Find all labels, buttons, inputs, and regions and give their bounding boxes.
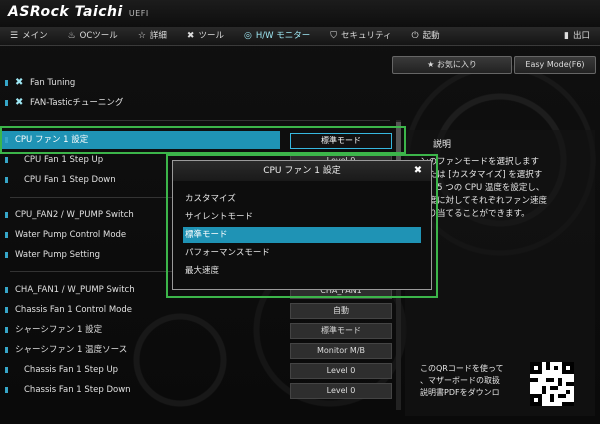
row-bullet [5,327,8,333]
setting-chassis-fan1-setting[interactable]: シャーシファン 1 設定 標準モード [0,321,400,339]
setting-value[interactable]: 標準モード [290,323,392,339]
brand-tagline: UEFI [128,9,149,18]
divider [10,120,390,121]
menu-icon: ☰ [10,31,19,41]
row-label: Water Pump Setting [15,250,101,260]
row-label: FAN-Tasticチューニング [30,98,124,108]
row-bullet [5,212,8,218]
tab-label: セキュリティ [340,31,392,41]
tab-oc-tools[interactable]: ♨ OCツール [58,27,128,45]
row-bullet [5,387,8,393]
tab-security[interactable]: ⛉ セキュリティ [320,27,401,45]
tab-label: H/W モニター [255,31,311,41]
row-label: Chassis Fan 1 Step Down [24,385,131,395]
row-bullet [5,367,8,373]
brand-logo: ASRock Taichi UEFI [8,4,149,20]
description-line: 温度に対してそれぞれファン速度 [420,196,547,206]
tab-exit[interactable]: ▮ 出口 [554,27,600,45]
row-bullet [5,232,8,238]
flame-icon: ♨ [67,31,76,41]
tab-label: ツール [198,31,224,41]
tab-advanced[interactable]: ☆ 詳細 [128,27,177,45]
row-bullet [5,347,8,353]
tool-fan-tastic[interactable]: ✖ FAN-Tasticチューニング [0,94,400,112]
row-bullet [5,80,8,86]
row-bullet [5,252,8,258]
tab-label: 詳細 [149,31,167,41]
row-bullet [5,157,8,163]
row-bullet [5,287,8,293]
brand-name: ASRock Taichi [8,4,123,20]
tab-label: 起動 [422,31,440,41]
monitor-icon: ◎ [243,31,252,41]
row-label: CPU Fan 1 Step Down [24,175,116,185]
row-bullet [5,307,8,313]
tab-label: OCツール [79,31,118,41]
setting-value[interactable]: Level 0 [290,383,392,399]
row-label: Fan Tuning [30,78,76,88]
tab-spacer [450,27,554,45]
qr-line: 、マザーボードの取扱 [420,376,500,385]
annotation-outline-row [0,126,406,154]
setting-value[interactable]: 自動 [290,303,392,319]
setting-chassis-fan1-control[interactable]: Chassis Fan 1 Control Mode 自動 [0,301,400,319]
qr-line: このQRコードを使って [420,364,504,373]
star-icon: ★ [427,60,437,69]
wrench-icon: ✖ [15,97,24,108]
row-label: CHA_FAN1 / W_PUMP Switch [15,285,135,295]
main-tabs: ☰ メイン ♨ OCツール ☆ 詳細 ✖ ツール ◎ H/W モニター ⛉ セキュリティ ⏻… [0,27,600,46]
description-text: ンのファンモードを選択します または [カスタマイズ] を選択す れ、5 つの … [420,156,592,221]
shield-icon: ⛉ [330,31,337,41]
qr-line: 説明書PDFをダウンロ [420,388,500,397]
star-icon: ☆ [137,31,146,41]
setting-chassis-fan1-step-down[interactable]: Chassis Fan 1 Step Down Level 0 [0,381,400,399]
row-label: Water Pump Control Mode [15,230,127,240]
setting-chassis-fan1-step-up[interactable]: Chassis Fan 1 Step Up Level 0 [0,361,400,379]
row-label: シャーシファン 1 温度ソース [15,345,128,355]
exit-icon: ▮ [564,31,569,41]
row-bullet [5,177,8,183]
tab-boot[interactable]: ⏻ 起動 [401,27,449,45]
wrench-icon: ✖ [15,77,24,88]
tab-main[interactable]: ☰ メイン [0,27,58,45]
qr-code-icon [530,362,574,406]
description-title: 説明 [433,140,452,150]
description-line: または [カスタマイズ] を選択す [420,170,543,180]
qr-description: このQRコードを使って 、マザーボードの取扱 説明書PDFをダウンロ [420,363,530,399]
row-bullet [5,100,8,106]
setting-value[interactable]: Monitor M/B [290,343,392,359]
row-label: Chassis Fan 1 Control Mode [15,305,132,315]
description-line: れ、5 つの CPU 温度を設定し、 [420,183,545,193]
favorites-button[interactable]: ★ お気に入り [392,56,512,74]
row-label: CPU_FAN2 / W_PUMP Switch [15,210,134,220]
description-line: ンのファンモードを選択します [420,157,540,167]
tab-label: メイン [22,31,48,41]
annotation-outline-dialog [166,154,438,298]
tab-hw-monitor[interactable]: ◎ H/W モニター [234,27,320,45]
setting-chassis-fan1-temp-source[interactable]: シャーシファン 1 温度ソース Monitor M/B [0,341,400,359]
tools-icon: ✖ [186,31,195,41]
favorites-label: お気に入り [436,60,477,69]
tab-tools[interactable]: ✖ ツール [177,27,234,45]
tool-fan-tuning[interactable]: ✖ Fan Tuning [0,74,400,92]
row-label: Chassis Fan 1 Step Up [24,365,119,375]
setting-value[interactable]: Level 0 [290,363,392,379]
header-bar: ASRock Taichi UEFI [0,0,600,27]
description-line: 割り当てることができます。 [420,209,530,219]
row-label: シャーシファン 1 設定 [15,325,103,335]
power-icon: ⏻ [411,31,419,41]
easy-mode-button[interactable]: Easy Mode(F6) [514,56,596,74]
tab-label: 出口 [572,31,590,41]
